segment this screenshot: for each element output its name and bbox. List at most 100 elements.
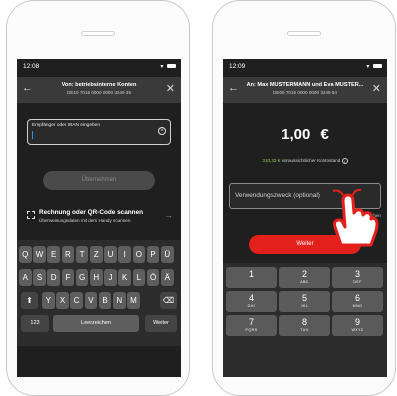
key-p[interactable]: P xyxy=(146,246,160,263)
numpad-digit: 8 xyxy=(301,317,307,327)
key-d[interactable]: D xyxy=(47,269,60,286)
numpad-key-6[interactable]: 6 MNO xyxy=(332,291,383,312)
key-k[interactable]: K xyxy=(118,269,131,286)
apply-button[interactable]: Übernehmen xyxy=(43,171,155,190)
scan-invoice-link[interactable]: Rechnung oder QR-Code scannen Überweisun… xyxy=(27,208,173,228)
key-x[interactable]: X xyxy=(56,292,69,309)
status-bar: 12:08 ▾ xyxy=(17,59,181,73)
iban-input[interactable]: Empfänger oder IBAN eingeben × xyxy=(27,119,171,145)
numpad-key-2[interactable]: 2 ABC xyxy=(279,267,330,288)
key-z[interactable]: Z xyxy=(90,246,103,263)
arrow-right-icon: → xyxy=(164,210,173,220)
clear-input-icon[interactable]: × xyxy=(158,127,166,135)
key-ü[interactable]: Ü xyxy=(161,246,174,263)
key-s[interactable]: S xyxy=(33,269,46,286)
key-r[interactable]: R xyxy=(61,246,75,263)
numpad-key-5[interactable]: 5 JKL xyxy=(279,291,330,312)
header-title: Von: betriebsinterne Konten xyxy=(61,82,137,88)
back-arrow-icon[interactable]: ← xyxy=(22,82,33,94)
status-time: 12:08 xyxy=(23,63,40,70)
scan-subtitle: Überweisungsdaten mit dem Handy scannen xyxy=(39,218,131,223)
tap-hand-icon xyxy=(332,188,379,247)
numpad-digit: 3 xyxy=(354,269,360,279)
phone-frame-right: 12:09 ▾ ← An: Max MUSTERMANN und Eva MUS… xyxy=(212,0,396,396)
amount-value: 1,00 xyxy=(281,126,311,143)
key-n[interactable]: N xyxy=(113,292,126,309)
close-icon[interactable]: ✕ xyxy=(372,82,381,95)
keyboard-row-4: 123 Leerzeichen Weiter xyxy=(19,315,179,332)
numpad-key-3[interactable]: 3 DEF xyxy=(332,267,383,288)
numpad-letters: JKL xyxy=(300,304,309,308)
numpad-digit: 6 xyxy=(354,293,360,303)
key-t[interactable]: T xyxy=(75,246,89,263)
key-a[interactable]: A xyxy=(19,269,32,286)
numpad-key-7[interactable]: 7 PQRS xyxy=(226,315,277,336)
space-key[interactable]: Leerzeichen xyxy=(53,315,139,332)
status-time: 12:09 xyxy=(229,63,246,70)
balance-text: voraussichtlicher Kontostand xyxy=(281,158,341,164)
numpad-digit: 4 xyxy=(248,293,254,303)
phone-screen-left: 12:08 ▾ ← Von: betriebsinterne Konten DE… xyxy=(17,59,181,377)
key-ö[interactable]: Ö xyxy=(146,269,160,286)
key-w[interactable]: W xyxy=(33,246,46,263)
numpad-letters: WXYZ xyxy=(351,328,364,332)
speaker-grille xyxy=(287,31,321,36)
numbers-key[interactable]: 123 xyxy=(21,315,49,332)
numpad-digit: 2 xyxy=(301,269,307,279)
numpad-letters: TUV xyxy=(300,328,309,332)
iban-placeholder: Empfänger oder IBAN eingeben xyxy=(32,123,100,128)
keyboard-row-1: QWERTZUIOPÜ xyxy=(19,246,179,263)
key-j[interactable]: J xyxy=(104,269,117,286)
key-h[interactable]: H xyxy=(90,269,103,286)
key-v[interactable]: V xyxy=(84,292,98,309)
back-arrow-icon[interactable]: ← xyxy=(228,82,239,94)
numpad-letters: MNO xyxy=(352,304,363,308)
key-e[interactable]: E xyxy=(47,246,60,263)
numpad-letters: GHI xyxy=(247,304,256,308)
transfer-header: ← An: Max MUSTERMANN und Eva MUSTER... D… xyxy=(223,77,387,103)
currency-symbol: € xyxy=(320,126,329,143)
key-u[interactable]: U xyxy=(104,246,117,263)
key-c[interactable]: C xyxy=(70,292,83,309)
numpad-key-1[interactable]: 1 xyxy=(226,267,277,288)
numpad-letters: DEF xyxy=(353,280,362,284)
backspace-key[interactable]: ⌫ xyxy=(160,292,177,309)
key-o[interactable]: O xyxy=(132,246,146,263)
key-m[interactable]: M xyxy=(127,292,140,309)
transfer-header: ← Von: betriebsinterne Konten DE10 7015 … xyxy=(17,77,181,103)
phone-frame-left: 12:08 ▾ ← Von: betriebsinterne Konten DE… xyxy=(6,0,190,396)
key-ä[interactable]: Ä xyxy=(161,269,174,286)
close-icon[interactable]: ✕ xyxy=(166,82,175,95)
info-icon[interactable]: i xyxy=(341,158,348,164)
numpad-digit: 1 xyxy=(248,269,254,279)
speaker-grille xyxy=(81,31,115,36)
battery-icon xyxy=(373,64,382,69)
status-icons: ▾ xyxy=(160,63,176,70)
header-iban: DE00 7015 0000 0000 3249 54 xyxy=(273,90,337,95)
key-i[interactable]: I xyxy=(118,246,131,263)
text-cursor xyxy=(32,131,33,139)
numpad-key-4[interactable]: 4 GHI xyxy=(226,291,277,312)
key-f[interactable]: F xyxy=(61,269,75,286)
numpad-key-9[interactable]: 9 WXYZ xyxy=(332,315,383,336)
qr-scan-icon xyxy=(27,211,35,219)
header-iban: DE10 7015 0000 0000 3249 39 xyxy=(67,90,131,95)
keyboard-row-3: ⬆ ⌫ YXCVBNM xyxy=(19,292,179,309)
numpad-key-8[interactable]: 8 TUV xyxy=(279,315,330,336)
key-q[interactable]: Q xyxy=(19,246,32,263)
purpose-placeholder: Verwendungszweck (optional) xyxy=(235,192,320,199)
key-g[interactable]: G xyxy=(75,269,89,286)
keyboard-row-2: ASDFGHJKLÖÄ xyxy=(19,269,179,286)
expected-balance: 310,33 € voraussichtlicher Kontostand i xyxy=(223,158,387,164)
key-b[interactable]: B xyxy=(98,292,112,309)
amount-display[interactable]: 1,00 € xyxy=(223,126,387,143)
numpad-digit: 9 xyxy=(354,317,360,327)
shift-key[interactable]: ⬆ xyxy=(21,292,38,309)
key-y[interactable]: Y xyxy=(42,292,55,309)
return-key[interactable]: Weiter xyxy=(145,315,177,332)
battery-icon xyxy=(167,64,176,69)
qwertz-keyboard: QWERTZUIOPÜ ASDFGHJKLÖÄ ⬆ ⌫ YXCVBNM 123 … xyxy=(17,240,181,346)
status-icons: ▾ xyxy=(366,63,382,70)
scan-title: Rechnung oder QR-Code scannen xyxy=(39,209,144,216)
key-l[interactable]: L xyxy=(132,269,146,286)
